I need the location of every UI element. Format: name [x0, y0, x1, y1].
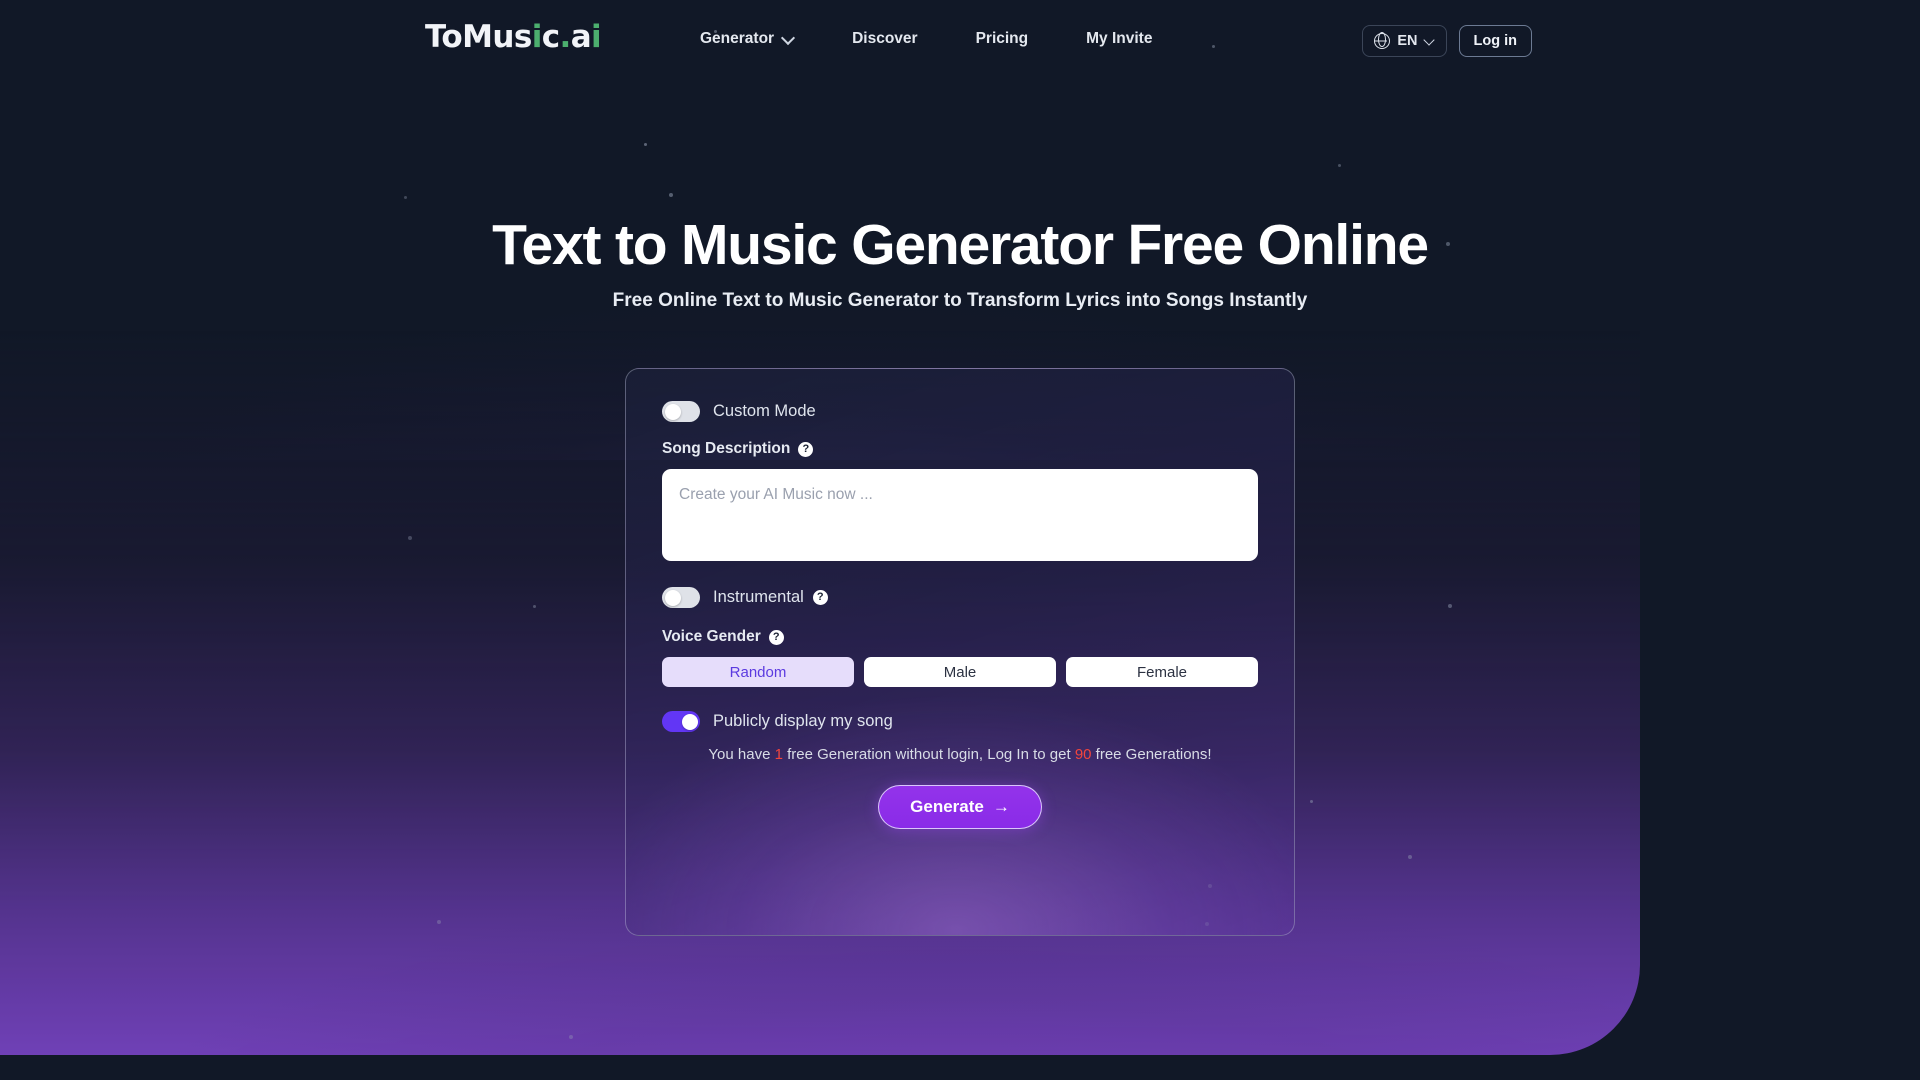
voice-gender-label: Voice Gender [662, 628, 761, 645]
toggle-knob [664, 589, 681, 606]
star-dot [437, 920, 441, 924]
page-subtitle: Free Online Text to Music Generator to T… [612, 290, 1308, 311]
hint-part-3: free Generations! [1091, 746, 1212, 763]
star-dot [1448, 604, 1452, 608]
toggle-knob [664, 403, 681, 420]
song-description-label: Song Description [662, 440, 791, 457]
language-code: EN [1397, 33, 1418, 49]
star-dot [1408, 855, 1412, 859]
free-generation-hint: You have 1 free Generation without login… [662, 744, 1258, 766]
site-header: ToMusic.ai Generator Discover Pricing My… [0, 0, 1920, 82]
star-dot [669, 193, 673, 197]
voice-gender-option-male[interactable]: Male [864, 657, 1056, 687]
song-description-input[interactable] [662, 469, 1258, 561]
globe-icon [1374, 33, 1391, 49]
star-dot [644, 143, 647, 146]
generate-button-wrap: Generate → [662, 785, 1258, 830]
generator-card: Custom Mode Song Description ? Instrumen… [625, 368, 1295, 936]
nav-item-pricing[interactable]: Pricing [976, 30, 1029, 48]
toggle-knob [681, 713, 698, 730]
instrumental-row: Instrumental ? [662, 587, 1258, 608]
hint-part-2: free Generation without login, Log In to… [782, 746, 1075, 763]
nav-item-my-invite[interactable]: My Invite [1086, 30, 1152, 48]
logo-text-accent-i: i [531, 19, 543, 55]
question-mark-icon[interactable]: ? [798, 441, 814, 457]
header-actions: EN Log in [1362, 25, 1532, 57]
nav-label-discover: Discover [852, 30, 918, 47]
chevron-down-icon [1425, 36, 1435, 46]
page-root: ToMusic.ai Generator Discover Pricing My… [0, 0, 1920, 1080]
star-dot [404, 196, 407, 199]
instrumental-toggle[interactable] [662, 587, 700, 608]
publicly-display-toggle[interactable] [662, 711, 700, 732]
custom-mode-toggle[interactable] [662, 401, 700, 422]
custom-mode-label: Custom Mode [713, 402, 816, 420]
login-button-label: Log in [1473, 33, 1518, 49]
logo-text-accent-dot: . [559, 19, 572, 55]
main-nav: Generator Discover Pricing My Invite [700, 30, 1152, 48]
star-dot [408, 536, 412, 540]
voice-gender-label-row: Voice Gender ? [662, 628, 1258, 646]
hint-login-count: 90 [1074, 746, 1092, 763]
question-mark-icon[interactable]: ? [812, 590, 828, 605]
publicly-display-label: Publicly display my song [713, 712, 893, 730]
nav-label-my-invite: My Invite [1086, 30, 1153, 47]
logo-text-c: c [541, 19, 560, 55]
instrumental-label: Instrumental [713, 588, 804, 606]
star-dot [1310, 800, 1313, 803]
hint-free-count: 1 [774, 746, 783, 763]
publicly-display-row: Publicly display my song [662, 711, 1258, 732]
logo-text-a: a [570, 19, 592, 55]
voice-gender-option-random[interactable]: Random [662, 657, 854, 687]
nav-label-pricing: Pricing [975, 30, 1029, 47]
logo-text-accent-ai: i [591, 19, 602, 55]
star-dot [533, 605, 536, 608]
generator-card-body: Custom Mode Song Description ? Instrumen… [662, 369, 1258, 830]
custom-mode-row: Custom Mode [662, 401, 1258, 422]
chevron-down-icon [783, 32, 794, 43]
logo[interactable]: ToMusic.ai [425, 19, 602, 55]
nav-item-discover[interactable]: Discover [852, 30, 917, 48]
arrow-right-icon: → [992, 797, 1010, 817]
language-selector[interactable]: EN [1362, 25, 1447, 57]
logo-text-main: ToMus [425, 19, 532, 55]
voice-gender-options: Random Male Female [662, 657, 1258, 687]
nav-item-generator[interactable]: Generator [700, 30, 794, 48]
star-dot [1338, 164, 1341, 167]
voice-gender-option-female[interactable]: Female [1066, 657, 1258, 687]
nav-label-generator: Generator [700, 30, 775, 47]
page-title: Text to Music Generator Free Online [492, 213, 1429, 277]
generate-button[interactable]: Generate → [878, 785, 1042, 830]
hint-part-1: You have [708, 746, 775, 763]
song-description-label-row: Song Description ? [662, 440, 1258, 458]
generate-button-label: Generate [910, 797, 984, 817]
login-button[interactable]: Log in [1458, 25, 1532, 57]
question-mark-icon[interactable]: ? [768, 629, 784, 645]
star-dot [569, 1035, 573, 1039]
